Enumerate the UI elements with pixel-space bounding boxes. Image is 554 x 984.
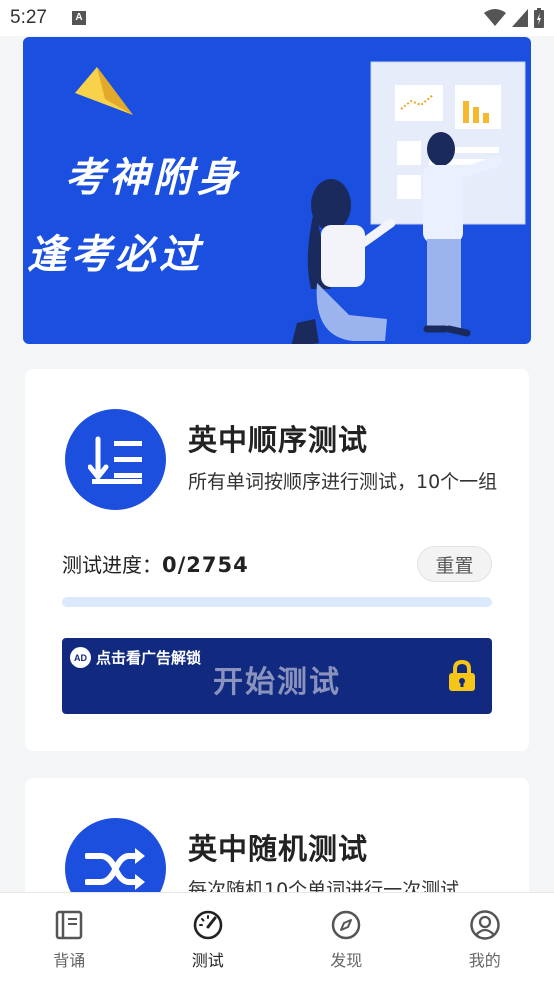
ad-unlock-text: 点击看广告解锁 [96, 649, 202, 667]
progress-bar [62, 597, 492, 607]
nav-label: 我的 [468, 951, 501, 970]
nav-label: 测试 [191, 951, 224, 970]
signal-icon [512, 9, 528, 27]
lock-icon [449, 660, 475, 691]
gauge-icon [193, 910, 223, 940]
nav-item-recite[interactable]: 背诵 [0, 893, 139, 984]
battery-charging-icon [534, 8, 544, 28]
card-description: 所有单词按顺序进行测试，10个一组 [188, 471, 498, 493]
nav-item-me[interactable]: 我的 [416, 893, 554, 984]
banner-illustration [291, 61, 526, 344]
banner-headline-1: 考神附身 [65, 155, 241, 201]
banner-headline-2: 逢考必过 [27, 232, 203, 278]
paper-plane-icon [75, 67, 133, 115]
ad-badge: AD [70, 647, 91, 668]
nav-label: 发现 [330, 951, 363, 970]
reset-button[interactable]: 重置 [417, 546, 492, 582]
wifi-icon [484, 9, 506, 26]
book-icon [56, 910, 83, 940]
card-title: 英中顺序测试 [188, 423, 369, 457]
start-test-button[interactable]: 开始测试 AD 点击看广告解锁 [62, 638, 492, 714]
nav-item-discover[interactable]: 发现 [277, 893, 416, 984]
card-title: 英中随机测试 [188, 832, 369, 866]
sequential-test-card: 英中顺序测试 所有单词按顺序进行测试，10个一组 测试进度：0/2754 重置 … [25, 369, 529, 751]
nav-label: 背诵 [53, 951, 86, 970]
progress-value: 0/2754 [162, 553, 249, 577]
a-icon: A [72, 11, 86, 25]
nav-item-test[interactable]: 测试 [139, 893, 278, 984]
bottom-nav: 背诵 测试 发现 我的 [0, 892, 554, 984]
status-time: 5:27 [10, 7, 47, 28]
ordered-list-icon [65, 409, 166, 510]
ad-unlock-hint: AD 点击看广告解锁 [70, 647, 201, 668]
user-icon [470, 910, 500, 940]
status-icons [484, 7, 544, 29]
progress-label: 测试进度： [62, 553, 162, 577]
progress-label-row: 测试进度：0/2754 [62, 549, 249, 578]
compass-icon [332, 910, 361, 940]
status-bar: 5:27 A [0, 0, 554, 36]
promo-banner[interactable]: 考神附身 逢考必过 [23, 37, 531, 344]
